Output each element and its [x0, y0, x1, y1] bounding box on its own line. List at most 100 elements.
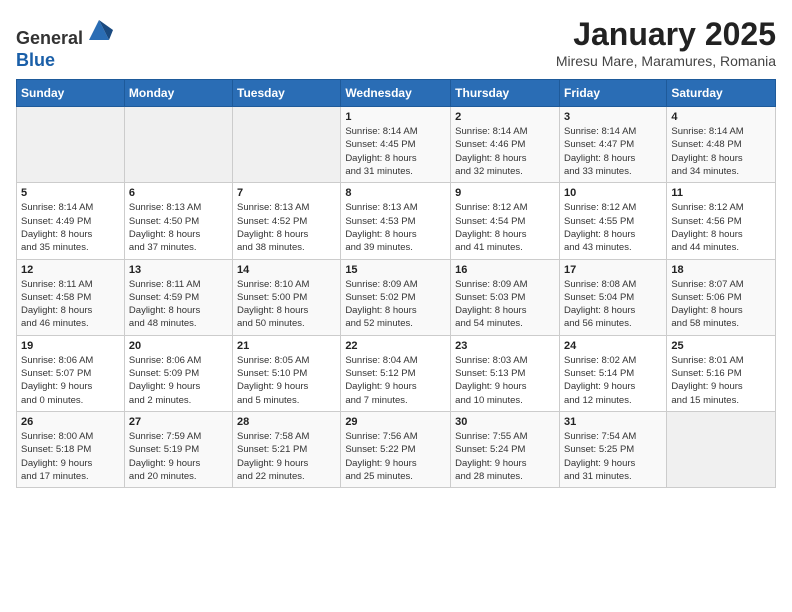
day-info: Sunrise: 8:13 AM Sunset: 4:53 PM Dayligh…: [345, 201, 446, 254]
day-info: Sunrise: 8:13 AM Sunset: 4:50 PM Dayligh…: [129, 201, 228, 254]
day-number: 28: [237, 416, 336, 428]
day-number: 18: [671, 264, 771, 276]
calendar-week-row: 5 Sunrise: 8:14 AM Sunset: 4:49 PM Daylig…: [17, 183, 776, 259]
day-number: 9: [455, 187, 555, 199]
day-number: 1: [345, 111, 446, 123]
day-info: Sunrise: 8:06 AM Sunset: 5:07 PM Dayligh…: [21, 354, 120, 407]
day-info: Sunrise: 8:14 AM Sunset: 4:46 PM Dayligh…: [455, 125, 555, 178]
weekday-header: Wednesday: [341, 80, 451, 107]
calendar-cell: [667, 411, 776, 487]
day-number: 15: [345, 264, 446, 276]
calendar-cell: 20Sunrise: 8:06 AM Sunset: 5:09 PM Dayli…: [124, 335, 232, 411]
day-info: Sunrise: 8:14 AM Sunset: 4:48 PM Dayligh…: [671, 125, 771, 178]
calendar-cell: 10 Sunrise: 8:12 AM Sunset: 4:55 PM Dayli…: [559, 183, 666, 259]
calendar-cell: 28 Sunrise: 7:58 AM Sunset: 5:21 PM Dayli…: [233, 411, 341, 487]
calendar-cell: 16Sunrise: 8:09 AM Sunset: 5:03 PM Dayli…: [451, 259, 560, 335]
day-info: Sunrise: 8:14 AM Sunset: 4:45 PM Dayligh…: [345, 125, 446, 178]
day-number: 23: [455, 340, 555, 352]
calendar-cell: 15 Sunrise: 8:09 AM Sunset: 5:02 PM Dayli…: [341, 259, 451, 335]
calendar-cell: 9 Sunrise: 8:12 AM Sunset: 4:54 PM Daylig…: [451, 183, 560, 259]
calendar-week-row: 19Sunrise: 8:06 AM Sunset: 5:07 PM Dayli…: [17, 335, 776, 411]
day-info: Sunrise: 8:14 AM Sunset: 4:47 PM Dayligh…: [564, 125, 662, 178]
calendar-cell: 25Sunrise: 8:01 AM Sunset: 5:16 PM Dayli…: [667, 335, 776, 411]
calendar-cell: 8 Sunrise: 8:13 AM Sunset: 4:53 PM Daylig…: [341, 183, 451, 259]
day-info: Sunrise: 8:01 AM Sunset: 5:16 PM Dayligh…: [671, 354, 771, 407]
day-info: Sunrise: 8:00 AM Sunset: 5:18 PM Dayligh…: [21, 430, 120, 483]
day-number: 29: [345, 416, 446, 428]
day-number: 30: [455, 416, 555, 428]
calendar-cell: 26Sunrise: 8:00 AM Sunset: 5:18 PM Dayli…: [17, 411, 125, 487]
day-number: 8: [345, 187, 446, 199]
calendar-week-row: 1 Sunrise: 8:14 AM Sunset: 4:45 PM Daylig…: [17, 107, 776, 183]
day-info: Sunrise: 8:09 AM Sunset: 5:02 PM Dayligh…: [345, 278, 446, 331]
calendar-cell: 5 Sunrise: 8:14 AM Sunset: 4:49 PM Daylig…: [17, 183, 125, 259]
calendar-cell: [17, 107, 125, 183]
calendar-cell: 27 Sunrise: 7:59 AM Sunset: 5:19 PM Dayli…: [124, 411, 232, 487]
day-info: Sunrise: 8:07 AM Sunset: 5:06 PM Dayligh…: [671, 278, 771, 331]
day-number: 14: [237, 264, 336, 276]
page-title: January 2025: [556, 16, 776, 53]
weekday-header: Friday: [559, 80, 666, 107]
day-number: 16: [455, 264, 555, 276]
day-info: Sunrise: 8:08 AM Sunset: 5:04 PM Dayligh…: [564, 278, 662, 331]
calendar-cell: 11 Sunrise: 8:12 AM Sunset: 4:56 PM Dayli…: [667, 183, 776, 259]
calendar-table: SundayMondayTuesdayWednesdayThursdayFrid…: [16, 79, 776, 488]
calendar-cell: 22 Sunrise: 8:04 AM Sunset: 5:12 PM Dayli…: [341, 335, 451, 411]
day-info: Sunrise: 7:55 AM Sunset: 5:24 PM Dayligh…: [455, 430, 555, 483]
day-number: 4: [671, 111, 771, 123]
day-info: Sunrise: 8:12 AM Sunset: 4:56 PM Dayligh…: [671, 201, 771, 254]
day-number: 21: [237, 340, 336, 352]
calendar-cell: 24Sunrise: 8:02 AM Sunset: 5:14 PM Dayli…: [559, 335, 666, 411]
day-info: Sunrise: 7:59 AM Sunset: 5:19 PM Dayligh…: [129, 430, 228, 483]
day-info: Sunrise: 8:14 AM Sunset: 4:49 PM Dayligh…: [21, 201, 120, 254]
calendar-cell: 6Sunrise: 8:13 AM Sunset: 4:50 PM Daylig…: [124, 183, 232, 259]
weekday-header: Monday: [124, 80, 232, 107]
calendar-cell: 2 Sunrise: 8:14 AM Sunset: 4:46 PM Daylig…: [451, 107, 560, 183]
calendar-cell: 7 Sunrise: 8:13 AM Sunset: 4:52 PM Daylig…: [233, 183, 341, 259]
day-number: 2: [455, 111, 555, 123]
weekday-header: Tuesday: [233, 80, 341, 107]
day-info: Sunrise: 8:06 AM Sunset: 5:09 PM Dayligh…: [129, 354, 228, 407]
day-number: 31: [564, 416, 662, 428]
day-info: Sunrise: 7:58 AM Sunset: 5:21 PM Dayligh…: [237, 430, 336, 483]
day-number: 22: [345, 340, 446, 352]
weekday-header: Sunday: [17, 80, 125, 107]
day-number: 13: [129, 264, 228, 276]
day-info: Sunrise: 8:13 AM Sunset: 4:52 PM Dayligh…: [237, 201, 336, 254]
calendar-cell: 31 Sunrise: 7:54 AM Sunset: 5:25 PM Dayli…: [559, 411, 666, 487]
day-number: 11: [671, 187, 771, 199]
calendar-week-row: 26Sunrise: 8:00 AM Sunset: 5:18 PM Dayli…: [17, 411, 776, 487]
day-number: 5: [21, 187, 120, 199]
calendar-cell: [124, 107, 232, 183]
day-number: 17: [564, 264, 662, 276]
day-number: 7: [237, 187, 336, 199]
day-info: Sunrise: 8:04 AM Sunset: 5:12 PM Dayligh…: [345, 354, 446, 407]
day-number: 27: [129, 416, 228, 428]
day-info: Sunrise: 8:11 AM Sunset: 4:59 PM Dayligh…: [129, 278, 228, 331]
calendar-cell: [233, 107, 341, 183]
calendar-cell: 14Sunrise: 8:10 AM Sunset: 5:00 PM Dayli…: [233, 259, 341, 335]
calendar-cell: 30 Sunrise: 7:55 AM Sunset: 5:24 PM Dayli…: [451, 411, 560, 487]
calendar-header-row: SundayMondayTuesdayWednesdayThursdayFrid…: [17, 80, 776, 107]
calendar-cell: 17 Sunrise: 8:08 AM Sunset: 5:04 PM Dayli…: [559, 259, 666, 335]
calendar-week-row: 12Sunrise: 8:11 AM Sunset: 4:58 PM Dayli…: [17, 259, 776, 335]
day-number: 10: [564, 187, 662, 199]
logo-blue: Blue: [16, 50, 55, 70]
calendar-cell: 18 Sunrise: 8:07 AM Sunset: 5:06 PM Dayli…: [667, 259, 776, 335]
day-info: Sunrise: 8:05 AM Sunset: 5:10 PM Dayligh…: [237, 354, 336, 407]
logo-general: General: [16, 28, 83, 48]
calendar-cell: 13 Sunrise: 8:11 AM Sunset: 4:59 PM Dayli…: [124, 259, 232, 335]
day-info: Sunrise: 8:12 AM Sunset: 4:54 PM Dayligh…: [455, 201, 555, 254]
day-info: Sunrise: 7:54 AM Sunset: 5:25 PM Dayligh…: [564, 430, 662, 483]
calendar-cell: 23 Sunrise: 8:03 AM Sunset: 5:13 PM Dayli…: [451, 335, 560, 411]
page-subtitle: Miresu Mare, Maramures, Romania: [556, 53, 776, 69]
calendar-cell: 12Sunrise: 8:11 AM Sunset: 4:58 PM Dayli…: [17, 259, 125, 335]
calendar-cell: 29Sunrise: 7:56 AM Sunset: 5:22 PM Dayli…: [341, 411, 451, 487]
title-block: January 2025 Miresu Mare, Maramures, Rom…: [556, 16, 776, 69]
day-info: Sunrise: 8:12 AM Sunset: 4:55 PM Dayligh…: [564, 201, 662, 254]
logo: General Blue: [16, 16, 113, 71]
calendar-cell: 19Sunrise: 8:06 AM Sunset: 5:07 PM Dayli…: [17, 335, 125, 411]
calendar-cell: 21 Sunrise: 8:05 AM Sunset: 5:10 PM Dayli…: [233, 335, 341, 411]
calendar-cell: 3Sunrise: 8:14 AM Sunset: 4:47 PM Daylig…: [559, 107, 666, 183]
day-info: Sunrise: 8:03 AM Sunset: 5:13 PM Dayligh…: [455, 354, 555, 407]
